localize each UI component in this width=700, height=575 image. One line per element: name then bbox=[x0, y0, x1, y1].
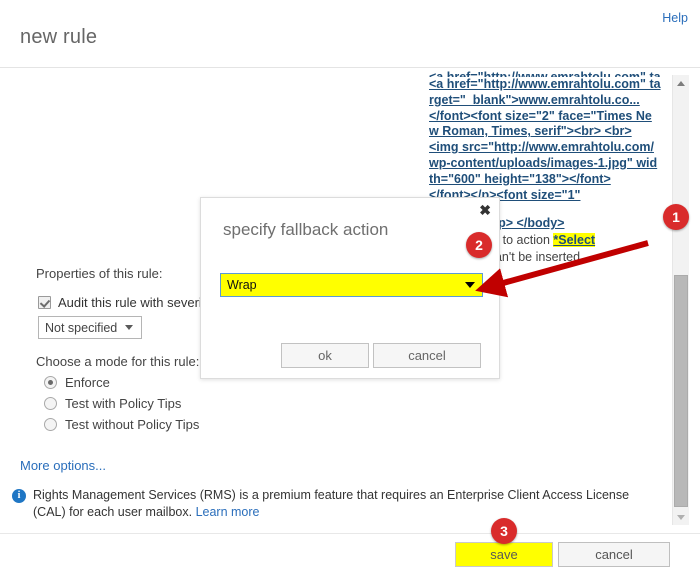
source-line: <a href="http://www.emrahtolu.com" targe… bbox=[429, 77, 661, 107]
dialog-ok-button[interactable]: ok bbox=[281, 343, 369, 368]
radio-test-without-tips-label: Test without Policy Tips bbox=[65, 417, 200, 432]
severity-dropdown-value: Not specified bbox=[45, 320, 118, 335]
audit-rule-checkbox-row[interactable]: Audit this rule with severity bbox=[38, 295, 212, 310]
fallback-action-dropdown[interactable]: Wrap bbox=[220, 273, 483, 297]
dialog-cancel-button[interactable]: cancel bbox=[373, 343, 481, 368]
info-icon: i bbox=[12, 489, 26, 503]
select-link-highlighted[interactable]: *Select bbox=[553, 233, 596, 247]
cancel-button[interactable]: cancel bbox=[558, 542, 670, 567]
vertical-scrollbar[interactable] bbox=[672, 75, 689, 525]
radio-option-test-without-policy-tips[interactable]: Test without Policy Tips bbox=[44, 417, 199, 432]
specify-fallback-action-dialog: ✖ specify fallback action Wrap ok cancel bbox=[200, 197, 500, 379]
page-title: new rule bbox=[20, 26, 98, 48]
radio-option-enforce[interactable]: Enforce bbox=[44, 375, 110, 390]
chevron-down-icon bbox=[125, 325, 133, 330]
close-icon[interactable]: ✖ bbox=[479, 203, 491, 217]
header-divider bbox=[0, 67, 700, 68]
source-line: <img src="http://www.emrahtolu.com/wp-co… bbox=[429, 140, 658, 186]
radio-enforce-input[interactable] bbox=[44, 376, 57, 389]
rms-info-text: Rights Management Services (RMS) is a pr… bbox=[33, 488, 630, 519]
footer-divider bbox=[0, 533, 700, 534]
fallback-action-value: Wrap bbox=[227, 278, 257, 292]
scroll-up-arrow-icon[interactable] bbox=[673, 75, 689, 91]
annotation-marker-2: 2 bbox=[466, 232, 492, 258]
annotation-marker-1: 1 bbox=[663, 204, 689, 230]
learn-more-link[interactable]: Learn more bbox=[196, 505, 260, 519]
properties-label: Properties of this rule: bbox=[36, 266, 163, 281]
audit-rule-checkbox[interactable] bbox=[38, 296, 51, 309]
annotation-marker-3: 3 bbox=[491, 518, 517, 544]
radio-test-with-tips-input[interactable] bbox=[44, 397, 57, 410]
scrollbar-thumb[interactable] bbox=[674, 275, 688, 507]
severity-dropdown[interactable]: Not specified bbox=[38, 316, 142, 339]
radio-test-without-tips-input[interactable] bbox=[44, 418, 57, 431]
rms-info-bar: i Rights Management Services (RMS) is a … bbox=[12, 487, 658, 521]
radio-test-with-tips-label: Test with Policy Tips bbox=[65, 396, 182, 411]
radio-option-test-with-policy-tips[interactable]: Test with Policy Tips bbox=[44, 396, 181, 411]
scroll-down-arrow-icon[interactable] bbox=[673, 509, 689, 525]
more-options-link[interactable]: More options... bbox=[20, 458, 106, 473]
chevron-down-icon bbox=[465, 282, 475, 288]
dialog-title: specify fallback action bbox=[223, 220, 389, 239]
source-line: <a href="http://www.emrahtolu.com" targe… bbox=[429, 70, 661, 77]
radio-enforce-label: Enforce bbox=[65, 375, 110, 390]
source-line: </font><font size="2" face="Times New Ro… bbox=[429, 108, 652, 139]
help-link[interactable]: Help bbox=[662, 11, 688, 25]
audit-rule-label: Audit this rule with severity bbox=[58, 295, 212, 310]
save-button[interactable]: save bbox=[455, 542, 553, 567]
mode-label: Choose a mode for this rule: bbox=[36, 354, 200, 369]
